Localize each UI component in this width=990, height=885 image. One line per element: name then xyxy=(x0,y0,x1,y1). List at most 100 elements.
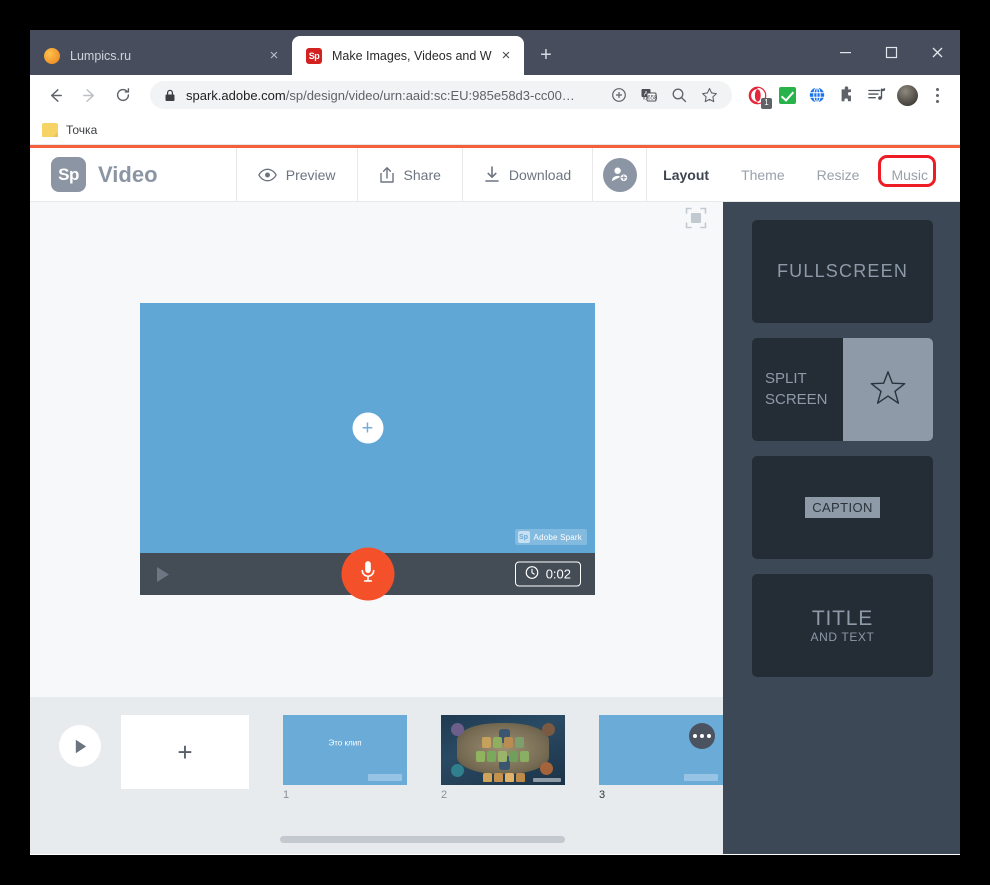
zoom-out-icon[interactable] xyxy=(666,82,692,108)
record-voice-button[interactable] xyxy=(341,547,394,601)
layout-option-caption[interactable]: CAPTION xyxy=(752,456,933,559)
microphone-icon xyxy=(359,559,376,589)
url-path: /sp/design/video/urn:aaid:sc:EU:985e58d3… xyxy=(285,87,575,103)
app-body: + Sp Adobe Spark 0:02 + Это клип 1 2 3 F… xyxy=(30,202,960,854)
add-page-icon[interactable] xyxy=(606,82,632,108)
playlist-music-icon[interactable] xyxy=(864,82,890,108)
folder-icon xyxy=(42,122,58,137)
bookmark-star-icon[interactable] xyxy=(696,82,722,108)
browser-tab-lumpics[interactable]: Lumpics.ru × xyxy=(30,36,292,75)
reload-icon[interactable] xyxy=(108,80,138,110)
extension-badge-count: 1 xyxy=(761,98,772,109)
translate-icon[interactable]: A\u6587 xyxy=(636,82,662,108)
tab-close-icon[interactable]: × xyxy=(498,48,514,64)
add-media-button[interactable]: + xyxy=(352,412,383,444)
download-label: Download xyxy=(508,166,572,183)
slide-number: 1 xyxy=(283,789,290,801)
lock-icon xyxy=(164,89,176,102)
watermark-placeholder xyxy=(684,774,718,781)
tab-close-icon[interactable]: × xyxy=(266,48,282,64)
watermark-placeholder xyxy=(368,774,402,781)
timeline-play-button[interactable] xyxy=(59,725,101,767)
share-button[interactable]: Share xyxy=(356,148,462,201)
preview-label: Preview xyxy=(285,166,336,183)
layout-option-split-screen[interactable]: SPLIT SCREEN xyxy=(752,338,933,441)
add-person-icon xyxy=(602,157,637,192)
tab-title: Lumpics.ru xyxy=(70,48,132,63)
timeline-slide-1[interactable]: Это клип 1 xyxy=(283,715,407,801)
tab-strip: Lumpics.ru × Sp Make Images, Videos and … xyxy=(30,30,960,75)
tab-title: Make Images, Videos and Web S xyxy=(332,48,492,63)
window-controls xyxy=(822,30,960,75)
play-icon[interactable] xyxy=(154,565,171,584)
green-check-icon[interactable] xyxy=(774,82,800,108)
layout-label: TITLE AND TEXT xyxy=(811,607,875,645)
video-canvas[interactable]: + Sp Adobe Spark xyxy=(140,303,595,553)
page-title: Video xyxy=(98,161,158,187)
tab-theme[interactable]: Theme xyxy=(725,167,801,183)
download-button[interactable]: Download xyxy=(461,148,592,201)
url-domain: spark.adobe.com xyxy=(186,87,286,103)
slide-number: 2 xyxy=(441,789,448,801)
layout-option-fullscreen[interactable]: FULLSCREEN xyxy=(752,220,933,323)
duration-indicator[interactable]: 0:02 xyxy=(514,561,581,587)
tab-music-label: Music xyxy=(891,166,928,183)
scrollbar-thumb[interactable] xyxy=(280,836,565,843)
timeline: + Это клип 1 2 3 xyxy=(30,697,723,832)
timeline-slide-3[interactable]: 3 xyxy=(599,715,723,801)
layout-label: FULLSCREEN xyxy=(776,261,909,281)
back-arrow-icon[interactable] xyxy=(40,80,70,110)
minimize-icon[interactable] xyxy=(822,30,868,75)
tab-resize[interactable]: Resize xyxy=(801,167,876,183)
app-tabs: Layout Theme Resize Music xyxy=(647,148,960,201)
bookmark-item[interactable]: Точка xyxy=(42,122,97,137)
share-upload-icon xyxy=(379,166,395,184)
duration-text: 0:02 xyxy=(545,566,571,582)
browser-window: Lumpics.ru × Sp Make Images, Videos and … xyxy=(30,30,960,855)
close-icon[interactable] xyxy=(914,30,960,75)
globe-icon[interactable] xyxy=(804,82,830,108)
brand: Sp Video xyxy=(30,148,236,201)
timeline-scrollbar[interactable] xyxy=(30,832,723,854)
address-bar[interactable]: spark.adobe.com/sp/design/video/urn:aaid… xyxy=(150,81,732,109)
tab-layout[interactable]: Layout xyxy=(647,167,725,183)
spark-logo-icon: Sp xyxy=(517,531,530,543)
spark-favicon-icon: Sp xyxy=(306,47,322,64)
slide-number: 3 xyxy=(599,789,606,801)
maximize-icon[interactable] xyxy=(868,30,914,75)
slide-thumbnail[interactable] xyxy=(599,715,723,785)
scrollbar-track[interactable] xyxy=(80,836,683,843)
editor-pane: + Sp Adobe Spark 0:02 + Это клип 1 2 3 xyxy=(30,202,723,854)
kebab-menu-icon[interactable] xyxy=(924,82,950,108)
eye-icon xyxy=(257,168,277,182)
new-tab-button[interactable]: + xyxy=(532,42,560,70)
split-label-line-1: SPLIT xyxy=(765,370,807,388)
app-header: Sp Video Preview Share Download Layout T… xyxy=(30,148,960,202)
canvas-area: + Sp Adobe Spark 0:02 xyxy=(30,202,723,697)
spark-app: Sp Video Preview Share Download Layout T… xyxy=(30,145,960,854)
avatar[interactable] xyxy=(894,82,920,108)
fullscreen-expand-icon[interactable] xyxy=(685,207,707,229)
player-controls: 0:02 xyxy=(140,547,595,601)
split-label-line-2: SCREEN xyxy=(765,390,828,408)
more-options-icon[interactable] xyxy=(689,723,715,749)
layout-label: SPLIT SCREEN xyxy=(752,338,843,441)
layout-option-title-and-text[interactable]: TITLE AND TEXT xyxy=(752,574,933,677)
layout-label: CAPTION xyxy=(805,497,880,518)
tab-music[interactable]: Music xyxy=(875,154,944,187)
invite-collaborator-button[interactable] xyxy=(592,148,648,201)
opera-touch-icon[interactable]: 1 xyxy=(744,82,772,109)
add-slide-button[interactable]: + xyxy=(121,715,249,789)
title-text: TITLE xyxy=(811,606,874,630)
timeline-slide-2[interactable]: 2 xyxy=(441,715,565,801)
clock-icon xyxy=(525,566,539,583)
slide-thumbnail[interactable] xyxy=(441,715,565,785)
browser-tab-spark[interactable]: Sp Make Images, Videos and Web S × xyxy=(292,36,524,75)
split-preview xyxy=(842,338,933,441)
puzzle-icon[interactable] xyxy=(834,82,860,108)
preview-button[interactable]: Preview xyxy=(235,148,357,201)
lumpics-favicon-icon xyxy=(44,47,60,64)
slide-thumbnail[interactable]: Это клип xyxy=(283,715,407,785)
adobe-spark-watermark: Sp Adobe Spark xyxy=(514,529,587,545)
svg-text:\u6587: \u6587 xyxy=(642,95,657,101)
